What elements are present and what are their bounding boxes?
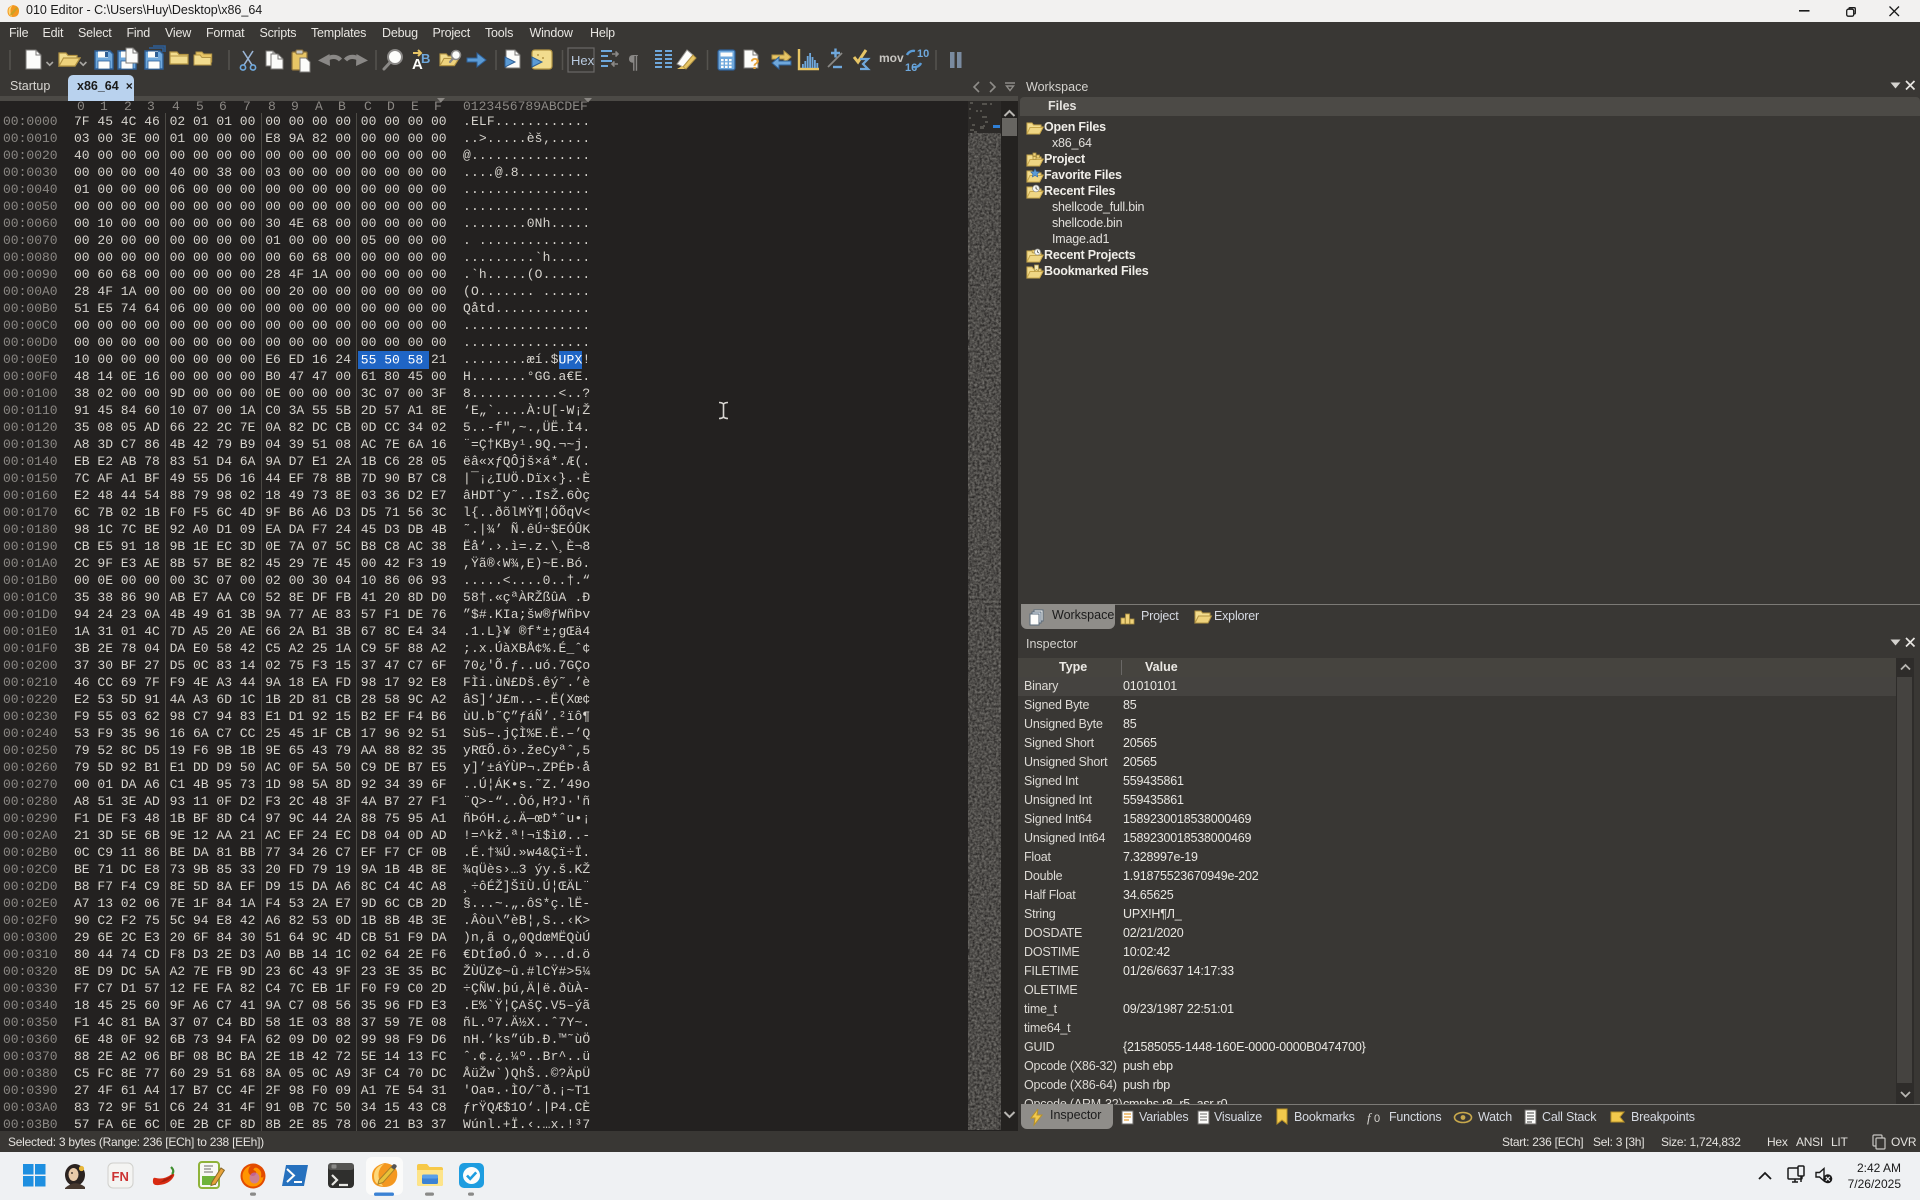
svg-text:Hex: Hex (571, 53, 595, 68)
svg-text:¶: ¶ (628, 51, 639, 73)
svg-text:FN: FN (112, 1169, 129, 1184)
svg-text:f: f (1367, 1110, 1373, 1125)
svg-text:mov: mov (879, 51, 904, 65)
svg-text:?: ? (750, 56, 760, 73)
svg-text:B: B (421, 51, 430, 66)
svg-text:0: 0 (1374, 1113, 1380, 1125)
svg-text:10: 10 (917, 48, 929, 60)
